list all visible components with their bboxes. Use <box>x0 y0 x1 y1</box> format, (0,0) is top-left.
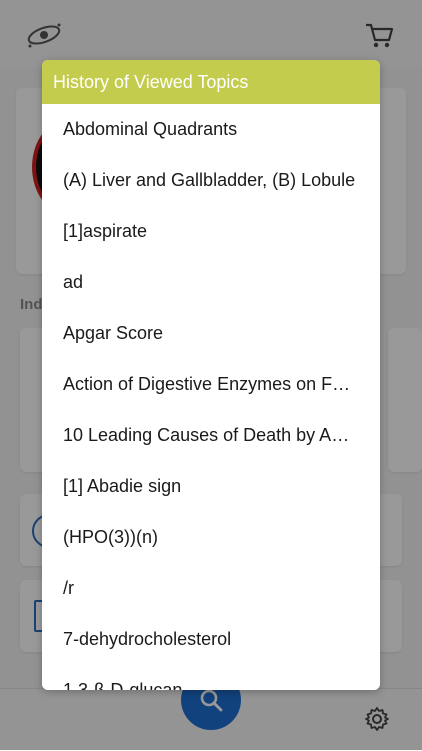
history-popup: History of Viewed Topics Abdominal Quadr… <box>42 60 380 690</box>
popup-title: History of Viewed Topics <box>42 60 380 104</box>
topic-item[interactable]: (HPO(3))(n) <box>42 512 380 563</box>
topic-item[interactable]: Action of Digestive Enzymes on F… <box>42 359 380 410</box>
topic-item[interactable]: 1,3-β-D-glucan <box>42 665 380 690</box>
topic-item[interactable]: 7-dehydrocholesterol <box>42 614 380 665</box>
topic-item[interactable]: Apgar Score <box>42 308 380 359</box>
topic-list: Abdominal Quadrants (A) Liver and Gallbl… <box>42 104 380 690</box>
topic-item[interactable]: (A) Liver and Gallbladder, (B) Lobule <box>42 155 380 206</box>
topic-item[interactable]: /r <box>42 563 380 614</box>
topic-item[interactable]: [1]aspirate <box>42 206 380 257</box>
topic-item[interactable]: [1] Abadie sign <box>42 461 380 512</box>
topic-item[interactable]: ad <box>42 257 380 308</box>
topic-item[interactable]: 10 Leading Causes of Death by A… <box>42 410 380 461</box>
topic-item[interactable]: Abdominal Quadrants <box>42 104 380 155</box>
